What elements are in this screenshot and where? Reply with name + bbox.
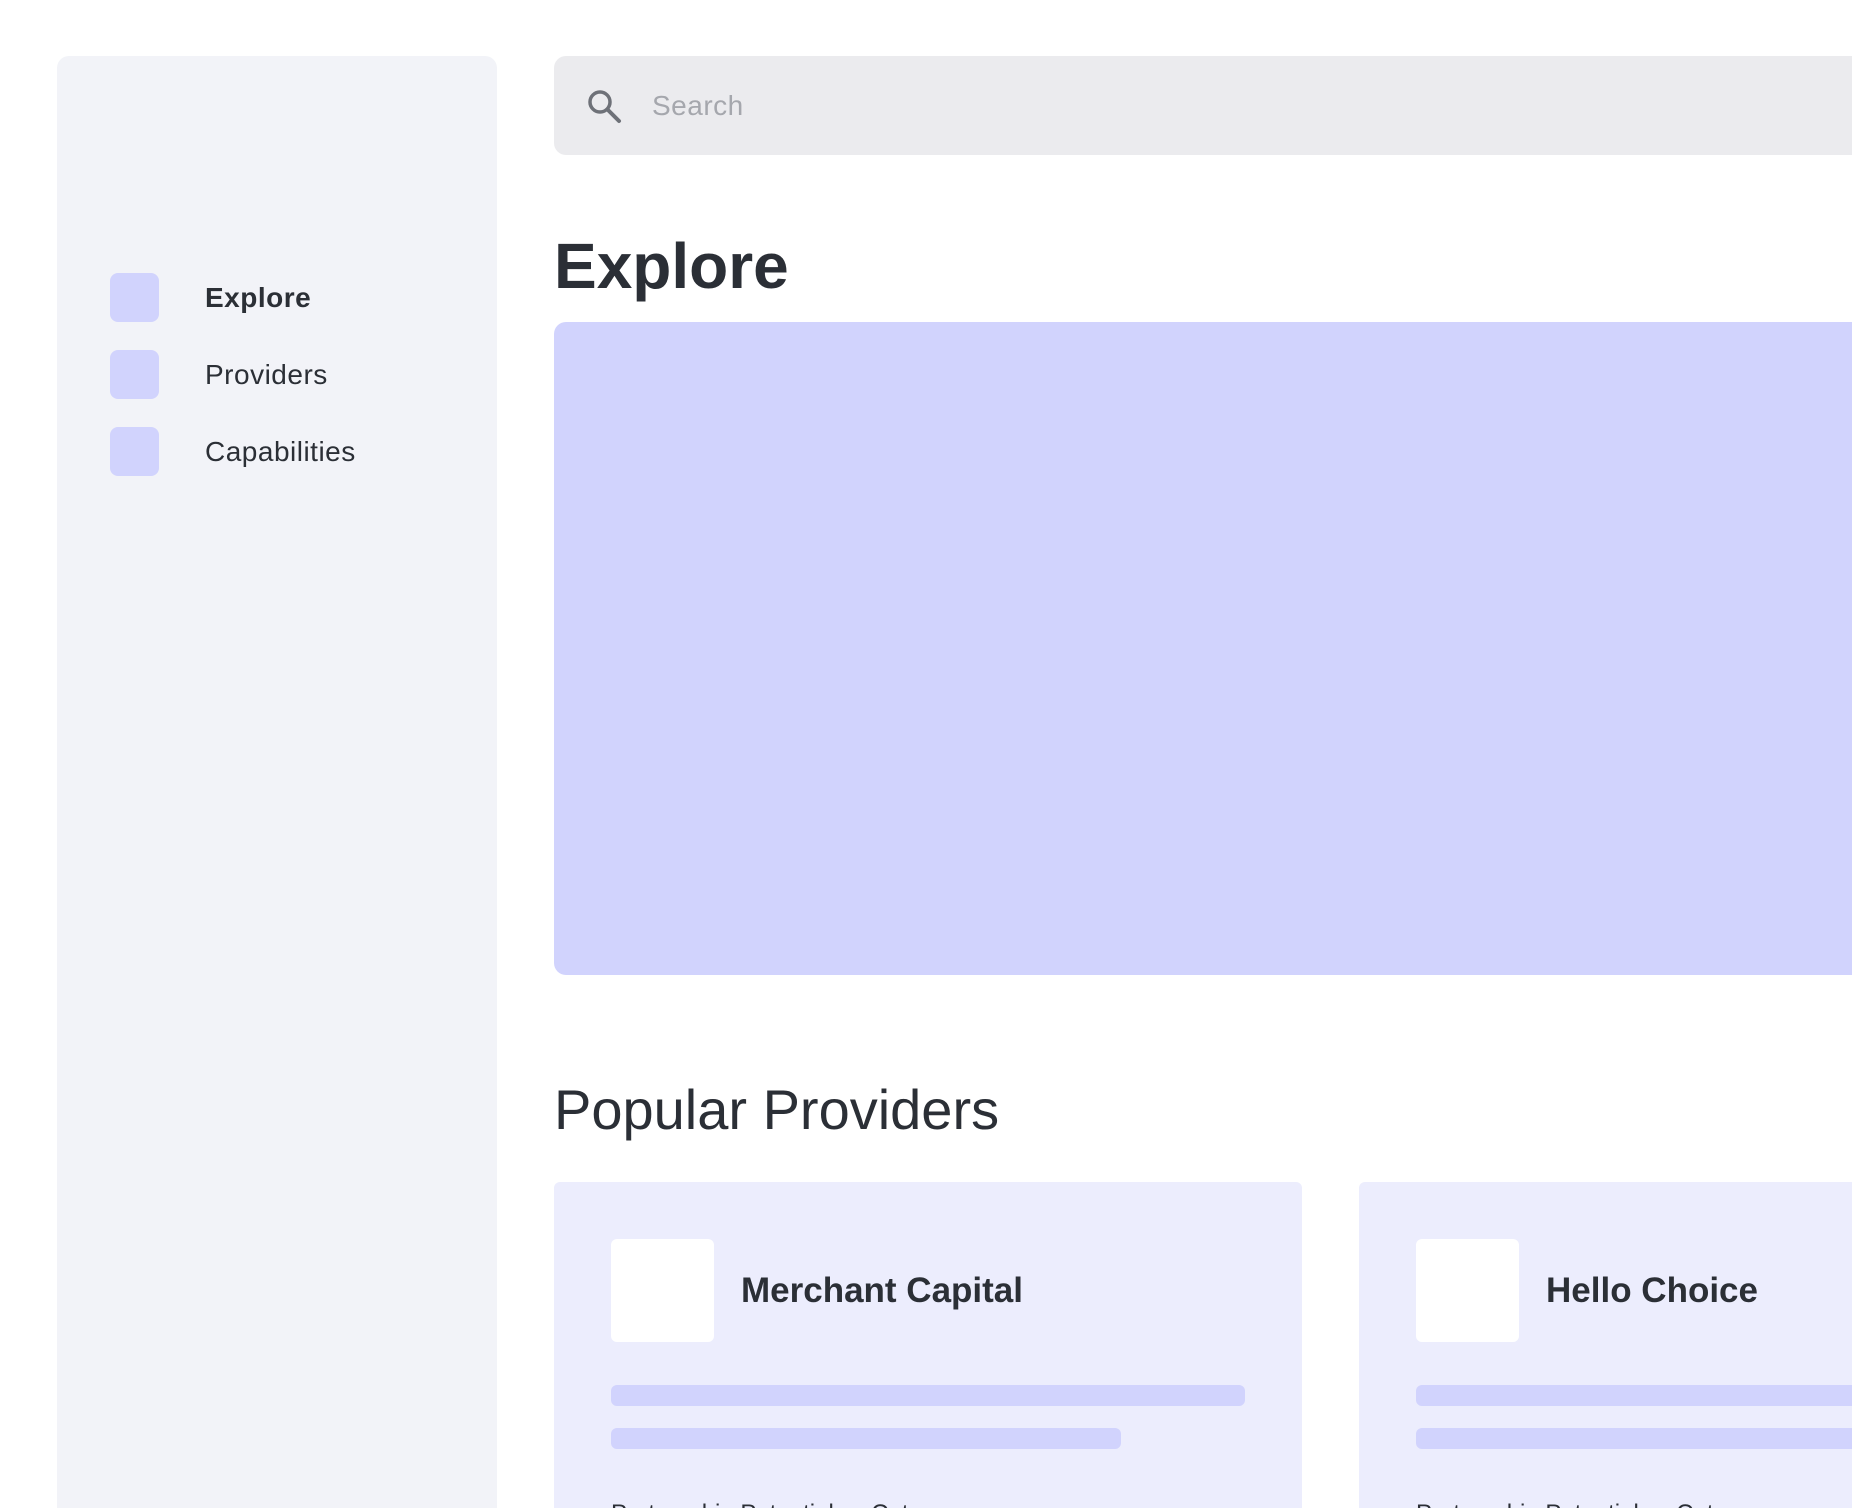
providers-icon	[110, 350, 159, 399]
provider-logo	[1416, 1239, 1519, 1342]
placeholder-line	[611, 1385, 1245, 1406]
provider-card-hello-choice[interactable]: Hello Choice Partnership Potential — Cat…	[1359, 1182, 1852, 1508]
sidebar-item-capabilities[interactable]: Capabilities	[110, 427, 356, 476]
placeholder-line	[1416, 1428, 1852, 1449]
sidebar-item-providers[interactable]: Providers	[110, 350, 356, 399]
page-title: Explore	[554, 230, 789, 302]
provider-card-merchant-capital[interactable]: Merchant Capital Partnership Potential —…	[554, 1182, 1302, 1508]
page: Explore Providers Capabilities Explore P…	[0, 0, 1852, 1508]
provider-name: Merchant Capital	[741, 1270, 1023, 1310]
provider-name: Hello Choice	[1546, 1270, 1758, 1310]
search-input[interactable]	[650, 74, 1554, 137]
provider-logo	[611, 1239, 714, 1342]
sidebar-item-label: Capabilities	[205, 435, 356, 467]
sidebar-item-label: Explore	[205, 281, 312, 313]
capabilities-icon	[110, 427, 159, 476]
search-icon	[588, 89, 621, 123]
sidebar-item-label: Providers	[205, 358, 328, 390]
sidebar-item-explore[interactable]: Explore	[110, 273, 356, 322]
popular-providers-title: Popular Providers	[554, 1078, 1000, 1141]
provider-footer: Partnership Potential — Cat...	[1416, 1500, 1733, 1508]
hero-banner[interactable]	[554, 322, 1852, 975]
search-bar[interactable]	[554, 56, 1852, 155]
sidebar: Explore Providers Capabilities	[57, 56, 497, 1508]
provider-footer: Partnership Potential — Cat...	[611, 1500, 928, 1508]
explore-icon	[110, 273, 159, 322]
placeholder-line	[1416, 1385, 1852, 1406]
placeholder-line	[611, 1428, 1121, 1449]
sidebar-nav: Explore Providers Capabilities	[110, 273, 356, 504]
